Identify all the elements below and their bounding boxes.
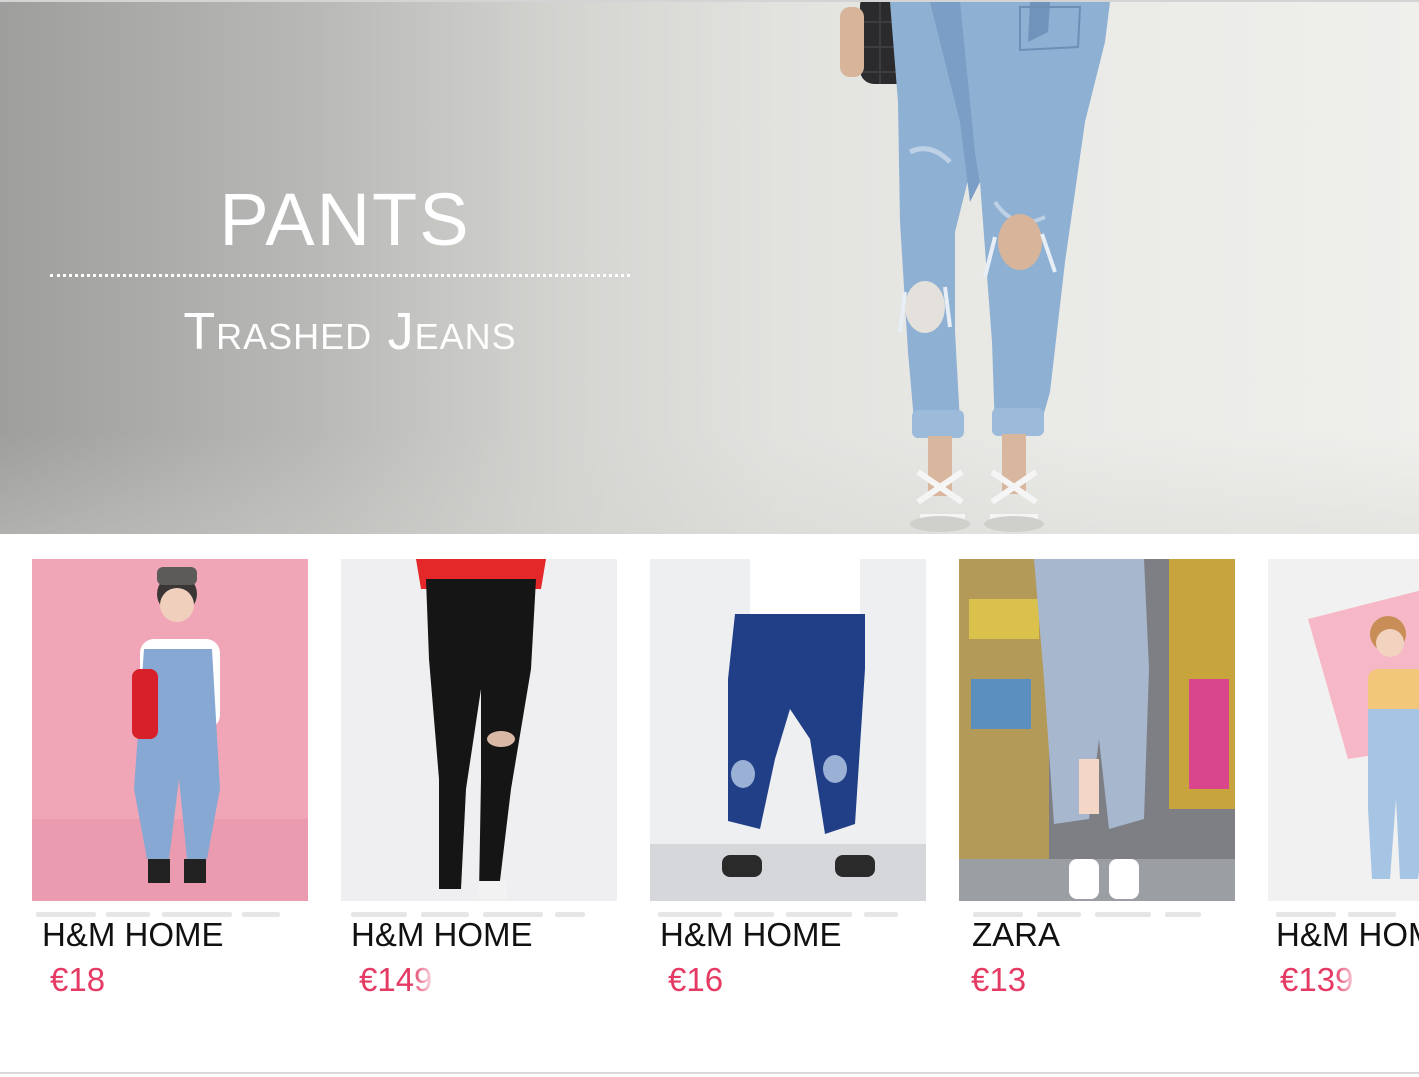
product-card[interactable]: H&M HOME €149	[341, 559, 617, 1019]
product-brand: H&M HOME	[1276, 916, 1419, 953]
category-title: PANTS	[219, 178, 471, 261]
dark-jeans-photo	[650, 559, 926, 901]
product-brand: H&M HOME	[351, 916, 533, 953]
dotted-divider	[50, 274, 630, 277]
product-price: €149	[359, 959, 437, 1001]
product-brand: ZARA	[972, 916, 1061, 953]
product-price: €18	[50, 959, 128, 1001]
product-card[interactable]: ZARA €13	[959, 559, 1235, 1019]
product-brand: H&M HOME	[660, 916, 842, 953]
product-brand: H&M HOME	[42, 916, 224, 953]
product-card[interactable]: H&M HOME €16	[650, 559, 926, 1019]
product-price: €13	[971, 959, 1053, 1001]
product-card[interactable]: H&M HOME €139	[1268, 559, 1419, 1019]
banner-floor-shade	[0, 432, 1419, 534]
category-subtitle: Trashed Jeans	[183, 303, 517, 361]
product-image[interactable]	[959, 559, 1235, 901]
acid-wash-jeans-photo	[959, 559, 1235, 901]
product-image[interactable]	[1268, 559, 1419, 901]
product-image[interactable]	[32, 559, 308, 901]
black-jeans-photo	[341, 559, 617, 901]
overalls-photo	[32, 559, 308, 901]
light-jeans-photo	[1268, 559, 1419, 901]
product-price: €16	[668, 959, 748, 1001]
product-carousel[interactable]: H&M HOME €18 H&M HOME €149 H&M HOME €16 …	[0, 534, 1419, 1072]
banner-model-jeans-image	[840, 2, 1110, 532]
product-image[interactable]	[341, 559, 617, 901]
product-card[interactable]: H&M HOME €18	[32, 559, 308, 1019]
product-image[interactable]	[650, 559, 926, 901]
product-price: €139	[1280, 959, 1360, 1001]
page-bottom-border	[0, 1072, 1419, 1074]
category-banner[interactable]: PANTS Trashed Jeans	[0, 2, 1419, 534]
